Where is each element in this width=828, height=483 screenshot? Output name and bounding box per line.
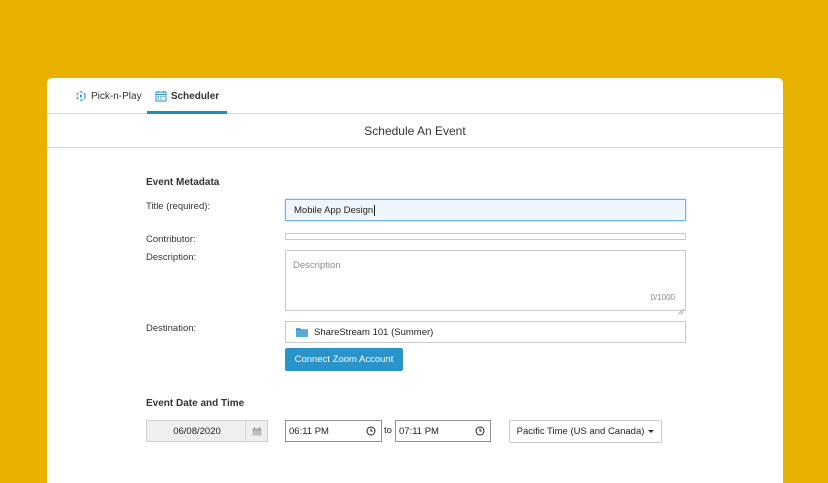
contributor-input[interactable] — [285, 233, 686, 240]
text-cursor — [374, 204, 376, 216]
folder-icon — [296, 327, 308, 337]
tab-bar: Pick-n-Play Scheduler — [47, 78, 783, 114]
time-range-separator: to — [384, 425, 392, 436]
date-value: 06/08/2020 — [173, 425, 221, 437]
description-textarea[interactable]: Description 0/1000 — [285, 250, 686, 315]
clock-icon — [475, 426, 485, 436]
clock-icon — [366, 426, 376, 436]
start-time-value: 06:11 PM — [289, 425, 329, 437]
calendar-icon — [155, 90, 167, 102]
date-field[interactable]: 06/08/2020 — [146, 420, 268, 442]
timezone-value: Pacific Time (US and Canada) — [516, 426, 645, 437]
event-date-time-heading: Event Date and Time — [146, 398, 245, 409]
destination-label: Destination: — [146, 323, 197, 334]
destination-field[interactable]: ShareStream 101 (Summer) — [285, 321, 686, 343]
end-time-input[interactable]: 07:11 PM — [395, 420, 491, 442]
event-metadata-heading: Event Metadata — [146, 177, 220, 188]
timezone-dropdown[interactable]: Pacific Time (US and Canada) — [509, 420, 662, 443]
destination-value: ShareStream 101 (Summer) — [314, 326, 434, 338]
active-tab-indicator — [147, 111, 227, 114]
description-label: Description: — [146, 252, 197, 263]
tab-scheduler[interactable]: Scheduler — [147, 78, 227, 114]
start-time-input[interactable]: 06:11 PM — [285, 420, 382, 442]
calendar-picker-icon[interactable] — [245, 421, 267, 441]
end-time-value: 07:11 PM — [399, 425, 439, 437]
resize-handle-icon[interactable] — [677, 302, 684, 315]
tab-pick-n-play-label: Pick-n-Play — [91, 90, 142, 102]
title-label: Title (required): — [146, 201, 211, 212]
tab-scheduler-label: Scheduler — [170, 90, 220, 102]
connect-zoom-account-button[interactable]: Connect Zoom Account — [285, 348, 403, 371]
description-placeholder: Description — [293, 260, 341, 271]
tab-pick-n-play[interactable]: Pick-n-Play — [75, 78, 142, 114]
title-input[interactable]: Mobile App Design — [285, 199, 686, 221]
app-window: Pick-n-Play Scheduler Schedule An Event … — [47, 78, 783, 483]
page-title: Schedule An Event — [47, 115, 783, 148]
title-input-value: Mobile App Design — [294, 204, 374, 216]
pick-n-play-icon — [75, 90, 87, 102]
description-char-count: 0/1000 — [650, 293, 675, 302]
contributor-label: Contributor: — [146, 234, 196, 245]
chevron-down-icon — [648, 430, 655, 433]
